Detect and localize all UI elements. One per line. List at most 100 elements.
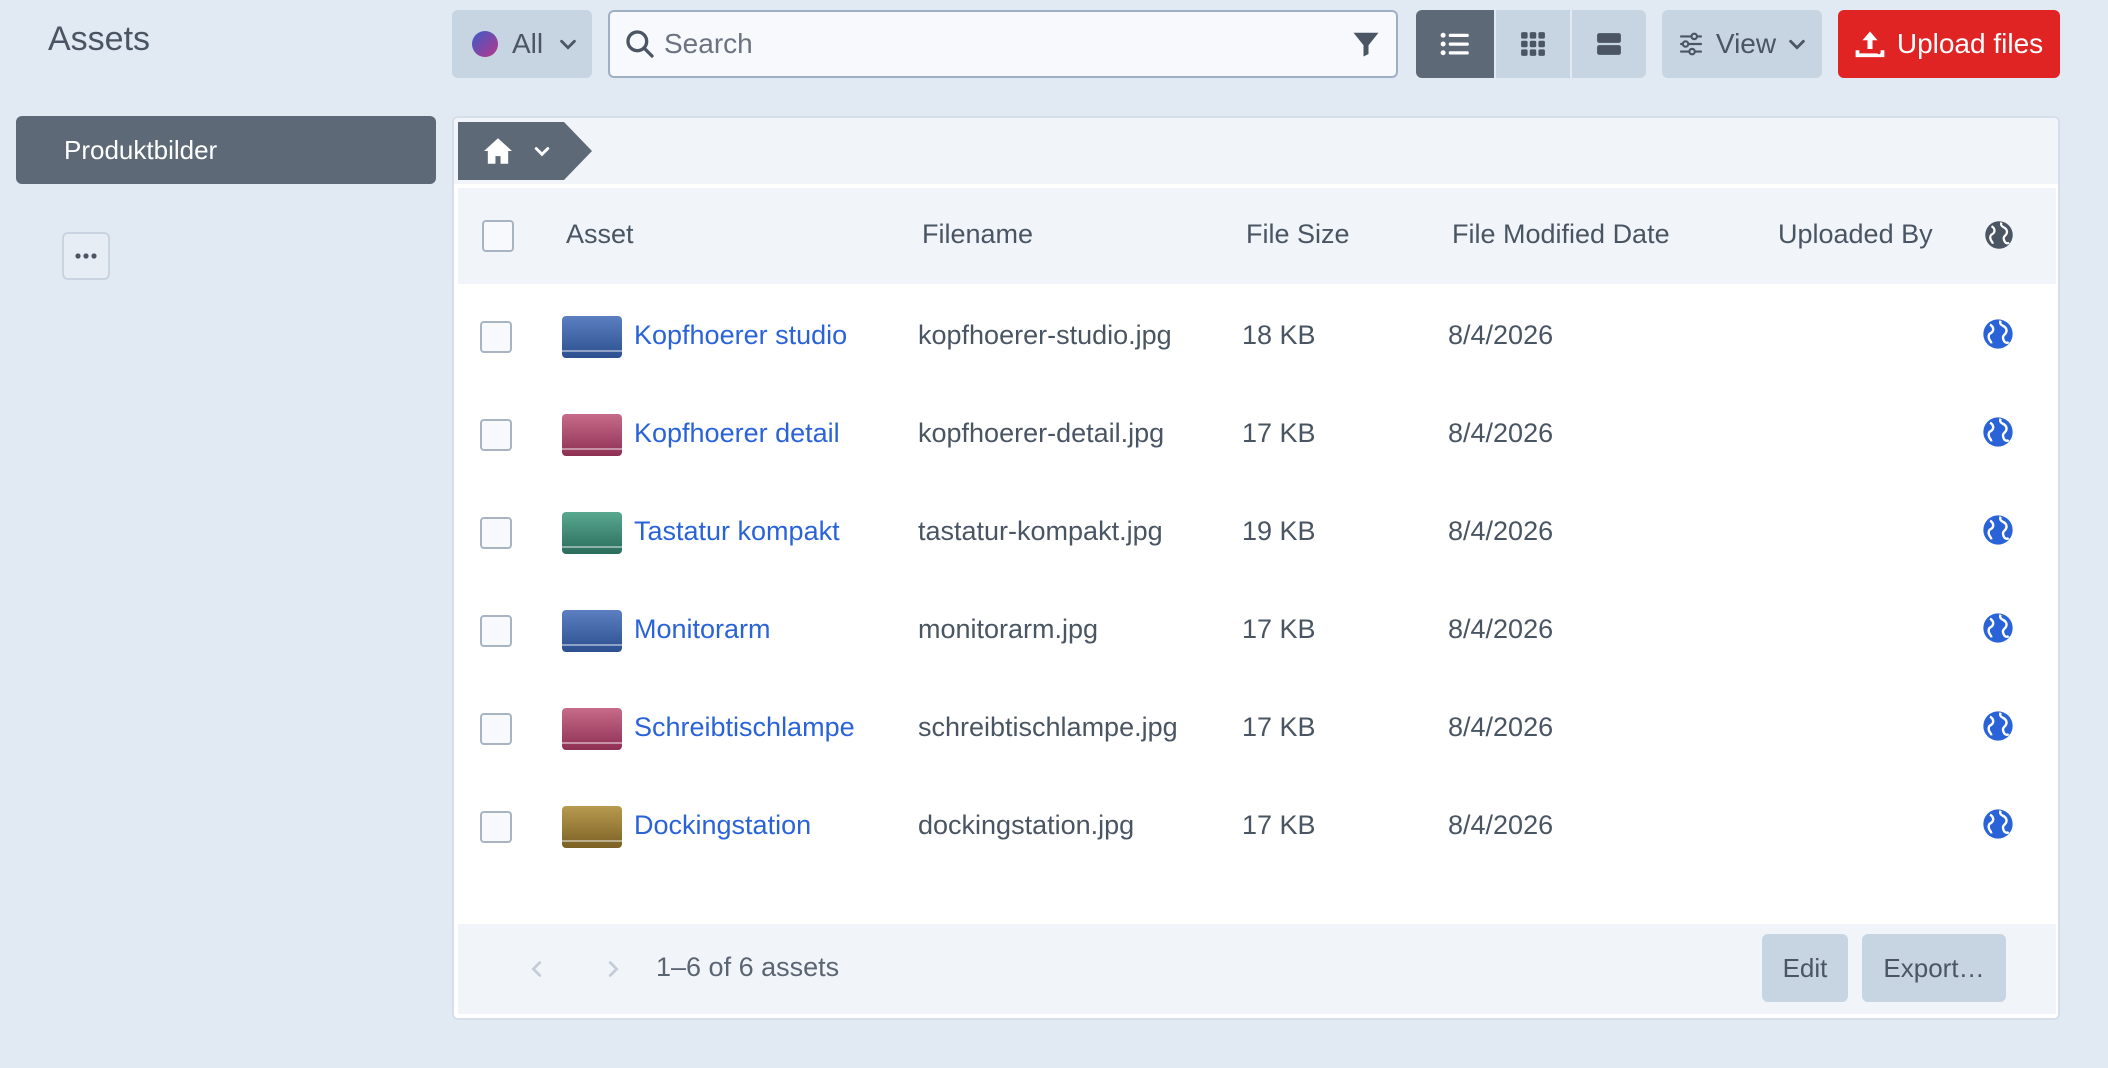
card-view-button[interactable] xyxy=(1572,10,1646,78)
list-icon xyxy=(1440,32,1469,56)
export-button[interactable]: Export… xyxy=(1862,934,2006,1002)
file-modified-date-cell: 8/4/2026 xyxy=(1448,516,1554,546)
table-header: Asset Filename File Size File Modified D… xyxy=(458,188,2056,284)
asset-name-link[interactable]: Kopfhoerer detail xyxy=(634,418,840,449)
file-size-cell: 17 KB xyxy=(1242,418,1316,448)
file-size-cell: 17 KB xyxy=(1242,712,1316,742)
globe-icon[interactable] xyxy=(1982,612,2014,644)
filter-all-label: All xyxy=(512,28,544,59)
thumbnail-band xyxy=(562,546,622,548)
row-checkbox[interactable] xyxy=(480,713,512,745)
file-modified-date-cell: 8/4/2026 xyxy=(1448,614,1554,644)
globe-icon[interactable] xyxy=(1982,710,2014,742)
assets-panel: Asset Filename File Size File Modified D… xyxy=(452,116,2060,1020)
asset-thumbnail[interactable] xyxy=(562,512,622,554)
thumbnail-band xyxy=(562,742,622,744)
upload-files-button[interactable]: Upload files xyxy=(1838,10,2060,78)
view-settings-button[interactable]: View xyxy=(1662,10,1822,78)
filename-cell: dockingstation.jpg xyxy=(918,810,1135,840)
thumbnail-band xyxy=(562,350,622,352)
search-field xyxy=(608,10,1398,78)
file-modified-date-cell: 8/4/2026 xyxy=(1448,810,1554,840)
asset-thumbnail[interactable] xyxy=(562,414,622,456)
column-header-asset[interactable]: Asset xyxy=(566,219,634,250)
filename-cell: schreibtischlampe.jpg xyxy=(918,712,1178,742)
asset-thumbnail[interactable] xyxy=(562,316,622,358)
chevron-down-icon xyxy=(534,147,550,157)
grid-view-button[interactable] xyxy=(1496,10,1570,78)
globe-icon[interactable] xyxy=(1982,318,2014,350)
globe-icon[interactable] xyxy=(1982,416,2014,448)
filename-cell: tastatur-kompakt.jpg xyxy=(918,516,1163,546)
thumbnail-band xyxy=(562,644,622,646)
row-checkbox[interactable] xyxy=(480,517,512,549)
column-header-file-size[interactable]: File Size xyxy=(1246,219,1350,250)
chevron-left-icon[interactable] xyxy=(526,956,548,982)
asset-thumbnail[interactable] xyxy=(562,708,622,750)
more-options-button[interactable] xyxy=(62,232,110,280)
filter-icon[interactable] xyxy=(1350,29,1382,59)
table-footer: 1–6 of 6 assets Edit Export… xyxy=(458,924,2056,1014)
asset-name-link[interactable]: Monitorarm xyxy=(634,614,771,645)
sidebar-item-produktbilder[interactable]: Produktbilder xyxy=(16,116,436,184)
sidebar-item-label: Produktbilder xyxy=(64,134,218,165)
chevron-down-icon xyxy=(560,39,576,50)
ellipsis-icon xyxy=(75,253,97,259)
table-row[interactable]: Monitorarm monitorarm.jpg 17 KB 8/4/2026 xyxy=(454,582,2058,680)
asset-name-link[interactable]: Kopfhoerer studio xyxy=(634,320,847,351)
select-all-checkbox[interactable] xyxy=(482,220,514,252)
file-modified-date-cell: 8/4/2026 xyxy=(1448,712,1554,742)
upload-icon xyxy=(1855,31,1885,58)
table-row[interactable]: Dockingstation dockingstation.jpg 17 KB 8/4… xyxy=(454,778,2058,876)
home-icon xyxy=(484,138,512,164)
globe-icon xyxy=(1985,221,2013,249)
row-checkbox[interactable] xyxy=(480,615,512,647)
search-icon xyxy=(626,30,654,58)
row-checkbox[interactable] xyxy=(480,811,512,843)
thumbnail-band xyxy=(562,448,622,450)
globe-icon[interactable] xyxy=(1982,514,2014,546)
asset-name-link[interactable]: Tastatur kompakt xyxy=(634,516,840,547)
globe-icon[interactable] xyxy=(1982,808,2014,840)
file-size-cell: 17 KB xyxy=(1242,810,1316,840)
row-checkbox[interactable] xyxy=(480,321,512,353)
column-header-filename[interactable]: Filename xyxy=(922,219,1033,250)
filename-cell: monitorarm.jpg xyxy=(918,614,1099,644)
file-modified-date-cell: 8/4/2026 xyxy=(1448,320,1554,350)
file-size-cell: 17 KB xyxy=(1242,614,1316,644)
search-input[interactable] xyxy=(664,28,1350,60)
filter-all-dropdown[interactable]: All xyxy=(452,10,592,78)
asset-name-link[interactable]: Schreibtischlampe xyxy=(634,712,855,743)
breadcrumb-arrow xyxy=(564,122,592,180)
file-size-cell: 19 KB xyxy=(1242,516,1316,546)
breadcrumb xyxy=(454,118,2058,184)
breadcrumb-home[interactable] xyxy=(458,122,564,180)
asset-thumbnail[interactable] xyxy=(562,806,622,848)
upload-label: Upload files xyxy=(1896,28,2044,59)
view-label: View xyxy=(1715,28,1777,59)
table-row[interactable]: Tastatur kompakt tastatur-kompakt.jpg 19 K… xyxy=(454,484,2058,582)
grid-icon xyxy=(1521,32,1545,56)
edit-button[interactable]: Edit xyxy=(1762,934,1848,1002)
page-title: Assets xyxy=(48,20,151,58)
color-dot-icon xyxy=(472,31,498,57)
table-row[interactable]: Kopfhoerer detail kopfhoerer-detail.jpg 17… xyxy=(454,386,2058,484)
view-mode-toggle xyxy=(1416,10,1646,78)
thumbnail-band xyxy=(562,840,622,842)
column-header-uploaded-by[interactable]: Uploaded By xyxy=(1778,219,1933,250)
table-row[interactable]: Kopfhoerer studio kopfhoerer-studio.jpg 18… xyxy=(454,288,2058,386)
file-size-cell: 18 KB xyxy=(1242,320,1316,350)
row-checkbox[interactable] xyxy=(480,419,512,451)
filename-cell: kopfhoerer-studio.jpg xyxy=(918,320,1172,350)
column-header-file-modified-date[interactable]: File Modified Date xyxy=(1452,219,1670,250)
asset-name-link[interactable]: Dockingstation xyxy=(634,810,811,841)
chevron-right-icon[interactable] xyxy=(602,956,624,982)
filename-cell: kopfhoerer-detail.jpg xyxy=(918,418,1165,448)
chevron-down-icon xyxy=(1789,39,1805,50)
card-view-icon xyxy=(1597,33,1621,55)
sliders-icon xyxy=(1680,32,1702,56)
pagination-count: 1–6 of 6 assets xyxy=(656,952,840,982)
list-view-button[interactable] xyxy=(1416,10,1494,78)
table-row[interactable]: Schreibtischlampe schreibtischlampe.jpg 17… xyxy=(454,680,2058,778)
asset-thumbnail[interactable] xyxy=(562,610,622,652)
